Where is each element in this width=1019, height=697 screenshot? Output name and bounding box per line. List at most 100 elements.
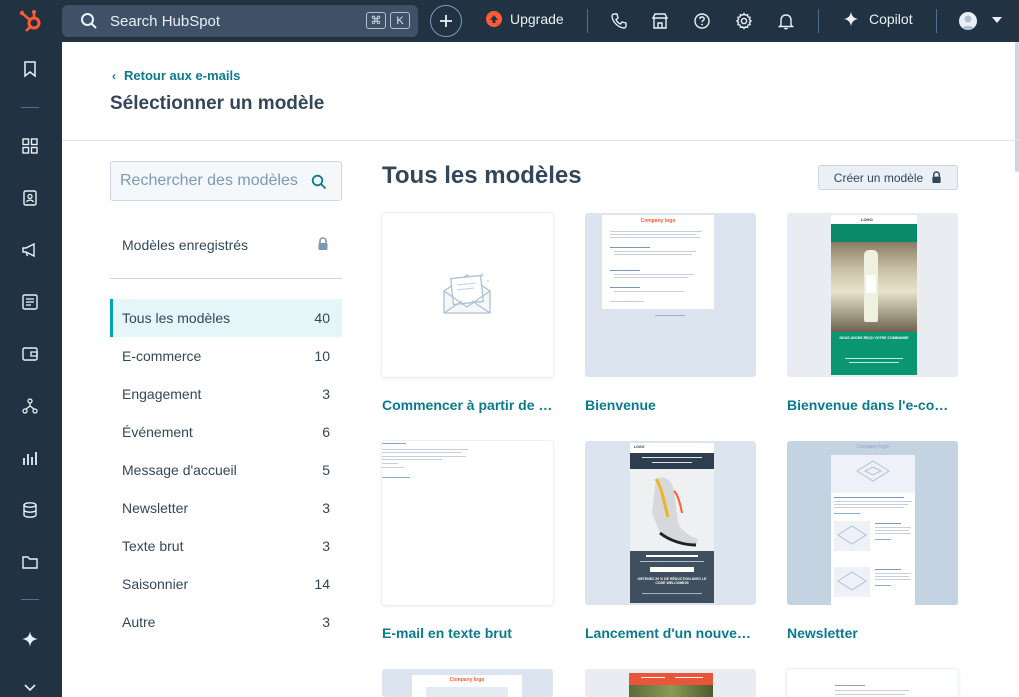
template-card-plain-text[interactable]: [382, 441, 553, 605]
discount-banner-text: OBTENEZ 20 % DE RÉDUCTION AVEC LE CODE W…: [637, 577, 707, 586]
settings-gear-icon[interactable]: [735, 12, 753, 30]
template-card-product-launch[interactable]: LOGO OBTENEZ 20 % DE RÉDUCTION AVEC LE C…: [585, 441, 756, 605]
category-label: Autre: [122, 614, 156, 630]
template-card-row3-2[interactable]: [585, 669, 756, 697]
sidebar-divider: [21, 107, 39, 108]
workflows-icon[interactable]: [21, 397, 39, 415]
email-preview: LOGO NOUS AVONS REÇU VOTRE COMMANDE: [831, 215, 917, 375]
phone-icon[interactable]: [610, 12, 628, 30]
main-panel: ‹ Retour aux e-mails Sélectionner un mod…: [62, 42, 1019, 697]
category-ecommerce[interactable]: E-commerce 10: [110, 337, 342, 375]
account-menu-chevron-down-icon[interactable]: [992, 17, 1002, 23]
category-label: Événement: [122, 424, 193, 440]
command-key-hint: ⌘: [366, 12, 386, 29]
category-label: E-commerce: [122, 348, 202, 364]
upgrade-label: Upgrade: [510, 11, 564, 27]
user-avatar[interactable]: [959, 12, 977, 30]
email-preview: Company logo: [602, 215, 714, 309]
category-all-templates[interactable]: Tous les modèles 40: [110, 299, 342, 337]
hubspot-logo-icon[interactable]: [18, 9, 44, 33]
template-card-welcome[interactable]: Company logo: [585, 213, 756, 377]
expand-chevron-down-icon[interactable]: [21, 678, 39, 696]
global-search-placeholder: Search HubSpot: [110, 13, 221, 30]
header-divider: [62, 140, 1019, 141]
image-placeholder-icon: [856, 460, 890, 482]
envelope-illustration-icon: [443, 273, 491, 314]
contacts-icon[interactable]: [21, 189, 39, 207]
category-count: 5: [322, 462, 330, 478]
template-title[interactable]: Lancement d'un nouveau produit: [585, 625, 756, 641]
create-template-button[interactable]: Créer un modèle: [818, 165, 958, 190]
marketplace-icon[interactable]: [651, 12, 669, 30]
email-preview: LOGO OBTENEZ 20 % DE RÉDUCTION AVEC LE C…: [630, 443, 714, 603]
category-newsletter[interactable]: Newsletter 3: [110, 489, 342, 527]
top-navigation-bar: Search HubSpot ⌘ K Upgrade Copilot: [0, 0, 1019, 42]
folder-icon[interactable]: [21, 553, 39, 571]
template-card-row3-3[interactable]: [787, 669, 958, 697]
sidebar-divider: [21, 599, 39, 600]
company-logo-text: Company logo: [640, 218, 676, 224]
copilot-button[interactable]: Copilot: [843, 11, 913, 27]
logo-text: LOGO: [831, 215, 917, 224]
template-card-ecommerce-welcome[interactable]: LOGO NOUS AVONS REÇU VOTRE COMMANDE: [787, 213, 958, 377]
quick-create-button[interactable]: [430, 5, 462, 37]
logo-text: LOGO: [630, 443, 714, 453]
reports-bar-chart-icon[interactable]: [21, 449, 39, 467]
template-title[interactable]: Newsletter: [787, 625, 958, 641]
chevron-left-icon: ‹: [112, 68, 116, 83]
database-icon[interactable]: [21, 501, 39, 519]
category-label: Saisonnier: [122, 576, 189, 592]
category-label: Texte brut: [122, 538, 184, 554]
search-icon[interactable]: [311, 174, 327, 190]
help-icon[interactable]: [693, 12, 711, 30]
bookmark-icon[interactable]: [21, 60, 39, 78]
category-engagement[interactable]: Engagement 3: [110, 375, 342, 413]
page-title: Sélectionner un modèle: [110, 93, 325, 114]
global-search-bar[interactable]: Search HubSpot ⌘ K: [62, 5, 418, 37]
template-card-blank[interactable]: [382, 213, 553, 377]
email-preview: Company logo: [412, 675, 522, 697]
upgrade-arrow-icon: [486, 11, 502, 27]
category-label: Message d'accueil: [122, 462, 237, 478]
back-to-emails-link[interactable]: ‹ Retour aux e-mails: [112, 68, 240, 83]
category-label: Tous les modèles: [122, 310, 231, 326]
template-search-input[interactable]: [111, 162, 307, 200]
template-card-row3-1[interactable]: Company logo: [382, 669, 553, 697]
template-title[interactable]: Bienvenue: [585, 397, 756, 413]
sales-icon[interactable]: [21, 345, 39, 363]
marketing-megaphone-icon[interactable]: [21, 241, 39, 259]
content-icon[interactable]: [21, 293, 39, 311]
category-count: 3: [322, 614, 330, 630]
scrollbar[interactable]: [1015, 42, 1019, 172]
image-placeholder-icon: [837, 525, 867, 545]
category-count: 14: [314, 576, 330, 592]
topbar-divider: [818, 9, 819, 33]
left-sidebar: [0, 42, 62, 697]
template-card-newsletter[interactable]: Company logo: [787, 441, 958, 605]
template-title[interactable]: Bienvenue dans l'e-commerce: [787, 397, 958, 413]
template-title[interactable]: E-mail en texte brut: [382, 625, 553, 641]
upgrade-button[interactable]: Upgrade: [486, 11, 564, 27]
category-seasonal[interactable]: Saisonnier 14: [110, 565, 342, 603]
lock-icon: [932, 171, 941, 183]
dashboard-grid-icon[interactable]: [21, 137, 39, 155]
order-banner-text: NOUS AVONS REÇU VOTRE COMMANDE: [839, 336, 909, 340]
copilot-label: Copilot: [869, 11, 913, 27]
category-event[interactable]: Événement 6: [110, 413, 342, 451]
search-icon: [81, 13, 97, 29]
saved-templates-item[interactable]: Modèles enregistrés: [122, 237, 248, 253]
template-title[interactable]: Commencer à partir de zéro: [382, 397, 553, 413]
ai-sparkle-icon[interactable]: [21, 630, 39, 648]
category-count: 3: [322, 386, 330, 402]
sneaker-image-icon: [652, 477, 698, 547]
category-label: Engagement: [122, 386, 202, 402]
notifications-bell-icon[interactable]: [777, 12, 795, 30]
topbar-divider: [587, 9, 588, 33]
category-plain-text[interactable]: Texte brut 3: [110, 527, 342, 565]
category-welcome-message[interactable]: Message d'accueil 5: [110, 451, 342, 489]
category-label: Newsletter: [122, 500, 189, 516]
category-other[interactable]: Autre 3: [110, 603, 342, 641]
category-count: 6: [322, 424, 330, 440]
back-link-label: Retour aux e-mails: [124, 68, 241, 83]
category-count: 40: [314, 310, 330, 326]
